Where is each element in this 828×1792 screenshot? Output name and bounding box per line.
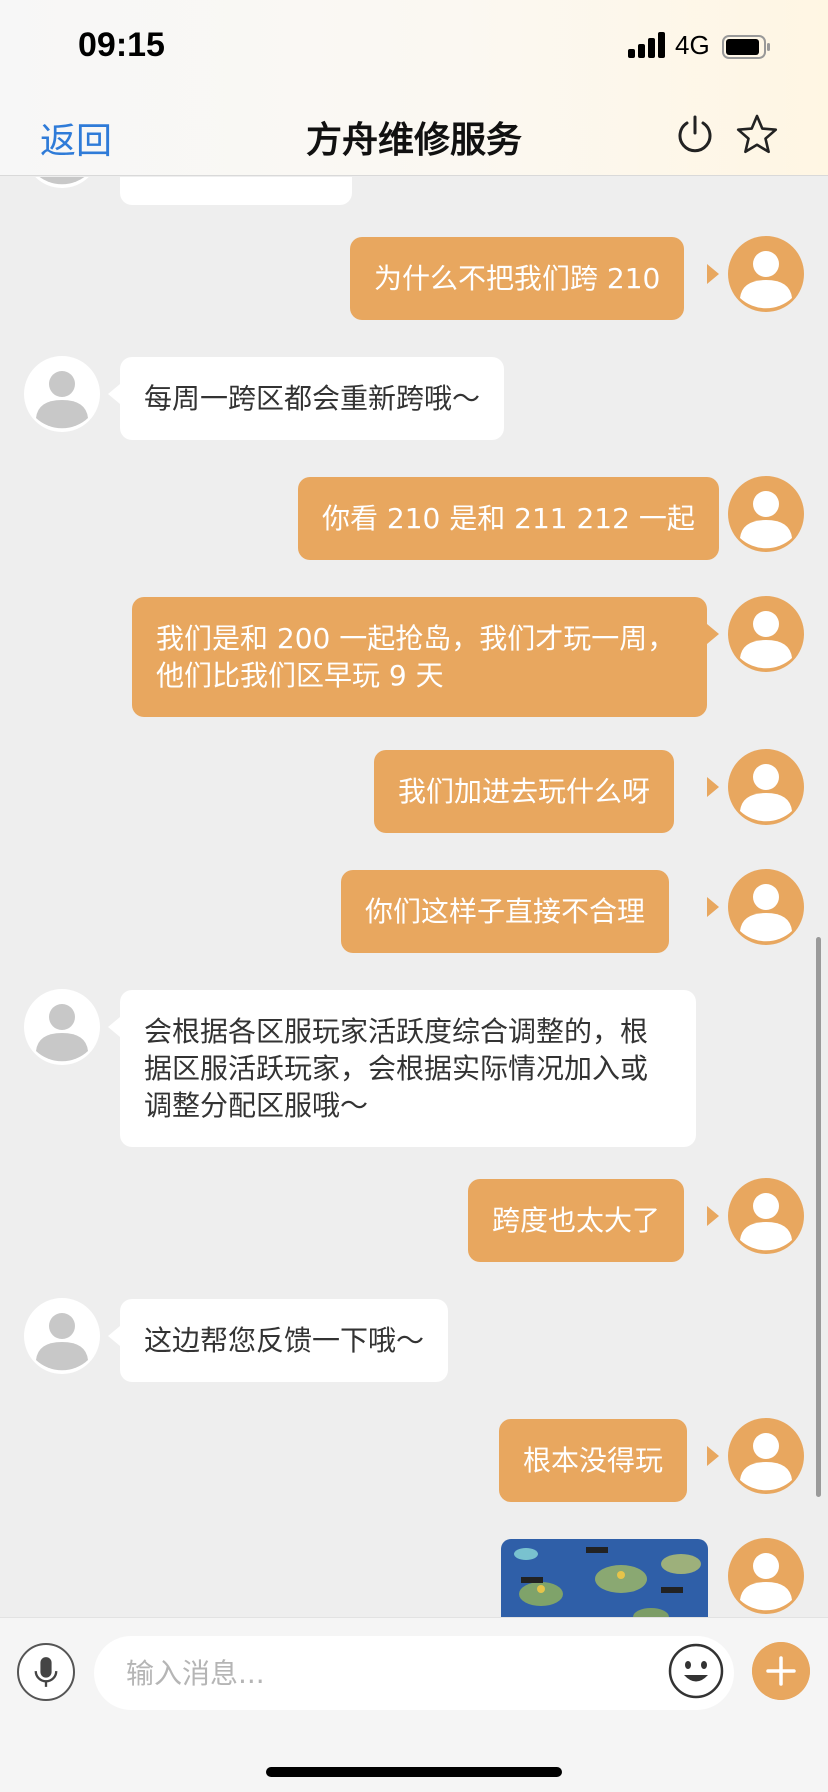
message-bubble[interactable]: 你看 210 是和 211 212 一起 [298,477,719,560]
message-bubble[interactable]: 为什么不把我们跨 210 [350,237,685,320]
user-avatar-icon [728,1178,804,1254]
bubble-tail [707,777,719,797]
message-bubble[interactable]: 根本没得玩 [499,1419,688,1502]
bubble-tail [707,1206,719,1226]
avatar[interactable] [24,356,100,432]
message-bubble[interactable] [120,177,352,205]
signal-icon [628,32,666,58]
power-icon[interactable] [673,112,717,156]
avatar[interactable] [728,236,804,312]
chat-area[interactable]: 为什么不把我们跨 210 每周一跨区都会重新跨哦～ 你看 210 是和 211 … [0,177,828,1617]
message-bubble[interactable]: 跨度也太大了 [468,1179,685,1262]
message-bubble[interactable]: 会根据各区服玩家活跃度综合调整的，根据区服活跃玩家，会根据实际情况加入或调整分配… [120,990,696,1147]
avatar[interactable] [728,749,804,825]
message-bubble[interactable]: 这边帮您反馈一下哦～ [120,1299,449,1382]
plus-icon[interactable] [752,1642,810,1700]
star-icon[interactable] [735,112,779,156]
avatar[interactable] [728,869,804,945]
user-avatar-icon [728,1538,804,1614]
bubble-tail [108,384,120,404]
avatar[interactable] [728,596,804,672]
bubble-tail [707,624,719,644]
message-bubble[interactable]: 我们加进去玩什么呀 [374,750,675,833]
user-avatar-icon [728,1418,804,1494]
bubble-tail [707,264,719,284]
avatar[interactable] [24,177,100,188]
bubble-tail [707,1446,719,1466]
scrollbar[interactable] [816,937,821,1497]
message-input[interactable] [94,1636,734,1710]
user-avatar-icon [728,476,804,552]
bubble-tail [108,1017,120,1037]
user-avatar-icon [728,236,804,312]
status-bar: 09:15 4G [0,0,828,98]
back-button[interactable]: 返回 [40,112,112,164]
message-bubble[interactable]: 我们是和 200 一起抢岛，我们才玩一周，他们比我们区早玩 9 天 [132,597,707,717]
status-time: 09:15 [78,26,165,64]
avatar[interactable] [728,1418,804,1494]
message-bubble[interactable]: 每周一跨区都会重新跨哦～ [120,357,505,440]
user-avatar-icon [24,356,100,432]
user-avatar-icon [24,989,100,1065]
nav-bar: 返回 方舟维修服务 [0,98,828,176]
microphone-icon[interactable] [17,1643,75,1701]
bubble-tail [108,1326,120,1346]
avatar[interactable] [728,476,804,552]
emoji-icon[interactable] [667,1642,725,1700]
network-type: 4G [675,30,710,60]
image-message[interactable] [501,1539,708,1617]
user-avatar-icon [728,749,804,825]
bubble-tail [707,504,719,524]
user-avatar-icon [728,596,804,672]
bubble-tail [707,897,719,917]
home-indicator[interactable] [266,1767,562,1777]
user-avatar-icon [728,869,804,945]
message-bubble[interactable]: 你们这样子直接不合理 [341,870,670,953]
avatar[interactable] [24,989,100,1065]
avatar[interactable] [24,1298,100,1374]
battery-icon [722,35,770,59]
user-avatar-icon [35,177,89,188]
avatar[interactable] [728,1178,804,1254]
input-bar [0,1617,828,1792]
avatar[interactable] [728,1538,804,1614]
user-avatar-icon [24,1298,100,1374]
